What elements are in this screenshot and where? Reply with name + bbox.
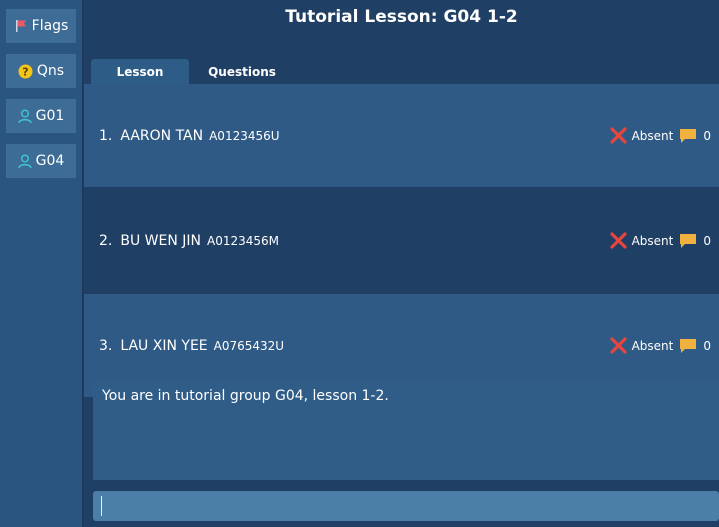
tab-questions[interactable]: Questions	[199, 59, 285, 85]
result-text: You are in tutorial group G04, lesson 1-…	[102, 388, 389, 404]
result-display: You are in tutorial group G04, lesson 1-…	[93, 381, 719, 480]
text-caret	[101, 496, 102, 516]
student-row[interactable]: 2. BU WEN JIN A0123456M Absent 0	[84, 189, 719, 292]
student-name: BU WEN JIN	[120, 232, 202, 249]
student-id: A0123456U	[209, 128, 280, 143]
sidebar-item-label: G01	[35, 108, 65, 124]
tab-lesson[interactable]: Lesson	[91, 59, 189, 85]
comment-icon[interactable]	[679, 233, 697, 249]
absent-x-icon[interactable]	[609, 337, 627, 354]
command-input[interactable]	[93, 491, 719, 521]
comment-icon[interactable]	[679, 338, 697, 354]
absent-x-icon[interactable]	[609, 232, 627, 249]
comment-count: 0	[703, 128, 711, 143]
comment-count: 0	[703, 233, 711, 248]
student-index: 3.	[99, 337, 113, 354]
sidebar-item-g04[interactable]: G04	[6, 144, 76, 178]
absent-x-icon[interactable]	[609, 127, 627, 144]
student-name: AARON TAN	[120, 127, 204, 144]
sidebar-item-label: Qns	[36, 63, 65, 79]
sidebar-item-label: Flags	[31, 18, 69, 34]
sidebar-item-flags[interactable]: Flags	[6, 9, 76, 43]
page-title: Tutorial Lesson: G04 1-2	[285, 7, 518, 27]
flag-icon	[14, 19, 28, 33]
sidebar: Flags ? Qns G01 G04	[0, 0, 83, 527]
attendance-status: Absent	[631, 338, 674, 353]
comment-count: 0	[703, 338, 711, 353]
attendance-status: Absent	[631, 128, 674, 143]
attendance-info: Absent 0	[609, 189, 711, 292]
sidebar-item-g01[interactable]: G01	[6, 99, 76, 133]
student-name: LAU XIN YEE	[120, 337, 208, 354]
user-icon	[17, 154, 32, 169]
main-panel: Tutorial Lesson: G04 1-2 Lesson Question…	[84, 0, 719, 527]
student-index: 1.	[99, 127, 113, 144]
question-icon: ?	[18, 64, 33, 79]
sidebar-item-qns[interactable]: ? Qns	[6, 54, 76, 88]
student-list: 1. AARON TAN A0123456U Absent 0 2. BU WE…	[84, 84, 719, 397]
student-index: 2.	[99, 232, 113, 249]
attendance-status: Absent	[631, 233, 674, 248]
student-row[interactable]: 1. AARON TAN A0123456U Absent 0	[84, 84, 719, 187]
student-id: A0765432U	[213, 338, 285, 353]
sidebar-item-label: G04	[35, 153, 65, 169]
user-icon	[17, 109, 32, 124]
comment-icon[interactable]	[679, 128, 697, 144]
svg-text:?: ?	[22, 65, 28, 78]
attendance-info: Absent 0	[609, 84, 711, 187]
student-id: A0123456M	[207, 233, 280, 248]
